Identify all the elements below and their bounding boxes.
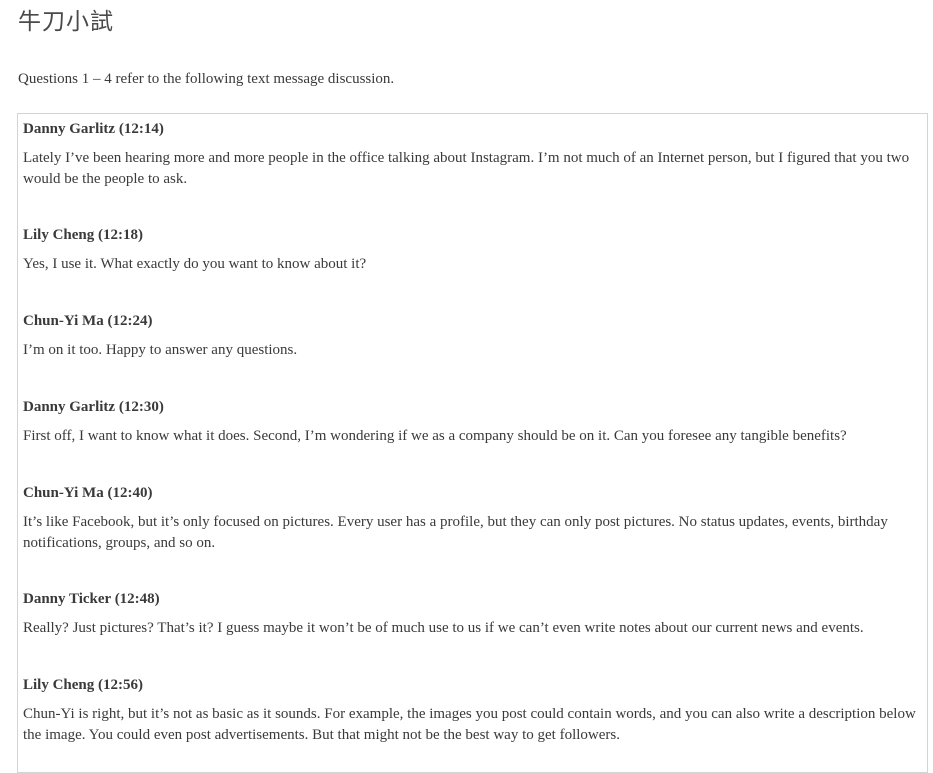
message-item: Chun-Yi Ma (12:24) I’m on it too. Happy … xyxy=(23,311,923,361)
message-item: Danny Garlitz (12:30) First off, I want … xyxy=(23,397,923,447)
message-text: Yes, I use it. What exactly do you want … xyxy=(23,256,367,272)
message-text: I’m on it too. Happy to answer any quest… xyxy=(23,342,298,358)
message-item: Lily Cheng (12:18) Yes, I use it. What e… xyxy=(23,225,923,275)
message-author: Danny Ticker (12:48) xyxy=(23,591,160,607)
text-message-discussion: Danny Garlitz (12:14) Lately I’ve been h… xyxy=(17,113,928,773)
message-item: Lily Cheng (12:56) Chun-Yi is right, but… xyxy=(23,675,923,745)
page-title: 牛刀小試 xyxy=(18,9,114,35)
message-author: Danny Garlitz (12:14) xyxy=(23,121,164,137)
message-author: Chun-Yi Ma (12:24) xyxy=(23,313,153,329)
message-author: Chun-Yi Ma (12:40) xyxy=(23,485,153,501)
message-text: It’s like Facebook, but it’s only focuse… xyxy=(23,514,888,551)
instructions-text: Questions 1 – 4 refer to the following t… xyxy=(18,71,395,87)
message-text: First off, I want to know what it does. … xyxy=(23,428,847,444)
message-item: Danny Ticker (12:48) Really? Just pictur… xyxy=(23,589,923,639)
message-author: Lily Cheng (12:18) xyxy=(23,227,143,243)
message-text: Really? Just pictures? That’s it? I gues… xyxy=(23,620,864,636)
message-author: Danny Garlitz (12:30) xyxy=(23,399,164,415)
message-text: Chun-Yi is right, but it’s not as basic … xyxy=(23,706,916,743)
message-text: Lately I’ve been hearing more and more p… xyxy=(23,150,910,187)
message-item: Chun-Yi Ma (12:40) It’s like Facebook, b… xyxy=(23,483,923,553)
message-author: Lily Cheng (12:56) xyxy=(23,677,143,693)
message-item: Danny Garlitz (12:14) Lately I’ve been h… xyxy=(23,119,923,189)
